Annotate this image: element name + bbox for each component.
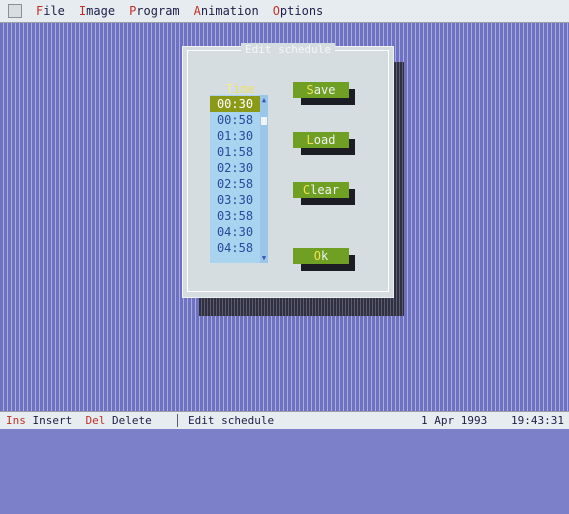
time-header-label: ime bbox=[233, 82, 255, 96]
menu-program-label: rogram bbox=[136, 4, 180, 18]
load-button-label: oad bbox=[313, 133, 336, 147]
scroll-down-arrow-icon[interactable]: ▼ bbox=[260, 253, 268, 263]
time-list-item[interactable]: 00:30 bbox=[210, 96, 260, 112]
time-list-item[interactable]: 02:58 bbox=[210, 176, 260, 192]
dialog-title-text: Edit schedule bbox=[240, 43, 336, 56]
time-list-header: Time bbox=[226, 82, 255, 96]
time-list-item[interactable]: 02:30 bbox=[210, 160, 260, 176]
menu-options[interactable]: Options bbox=[273, 4, 324, 18]
ok-button[interactable]: Ok bbox=[293, 248, 349, 264]
load-button[interactable]: Load bbox=[293, 132, 349, 148]
status-clock: 19:43:31 bbox=[511, 414, 564, 427]
clear-button-wrap: Clear bbox=[293, 182, 355, 206]
menu-image-label: mage bbox=[86, 4, 116, 18]
save-button[interactable]: Save bbox=[293, 82, 349, 98]
time-list[interactable]: 00:30 00:58 01:30 01:58 02:30 02:58 03:3… bbox=[210, 95, 266, 263]
save-button-label: ave bbox=[313, 83, 336, 97]
save-button-wrap: Save bbox=[293, 82, 355, 106]
menu-animation-hotkey: A bbox=[193, 4, 201, 18]
time-list-item[interactable]: 03:58 bbox=[210, 208, 260, 224]
status-message: Edit schedule bbox=[188, 414, 275, 427]
load-button-hotkey: L bbox=[306, 133, 314, 147]
ok-button-wrap: Ok bbox=[293, 248, 355, 272]
scroll-thumb[interactable] bbox=[261, 117, 267, 125]
ins-label[interactable]: Insert bbox=[26, 414, 86, 427]
menu-image[interactable]: Image bbox=[79, 4, 115, 18]
menu-animation[interactable]: Animation bbox=[194, 4, 259, 18]
del-label[interactable]: Delete bbox=[105, 414, 152, 427]
menu-bar: File Image Program Animation Options bbox=[0, 0, 569, 23]
ok-button-hotkey: O bbox=[313, 249, 321, 263]
status-date: 1 Apr 1993 bbox=[421, 414, 488, 427]
scroll-up-arrow-icon[interactable]: ▲ bbox=[260, 95, 268, 105]
menu-animation-label: nimation bbox=[200, 4, 259, 18]
save-button-hotkey: S bbox=[306, 83, 314, 97]
time-list-item[interactable]: 03:30 bbox=[210, 192, 260, 208]
clear-button-label: lear bbox=[310, 183, 340, 197]
dialog-title: Edit schedule bbox=[188, 43, 388, 56]
menu-options-hotkey: O bbox=[272, 4, 280, 18]
time-list-item[interactable]: 04:30 bbox=[210, 224, 260, 240]
time-list-item[interactable]: 04:58 bbox=[210, 240, 260, 256]
ok-button-label: k bbox=[321, 249, 329, 263]
time-list-item[interactable]: 01:30 bbox=[210, 128, 260, 144]
menu-file-label: ile bbox=[43, 4, 65, 18]
del-key[interactable]: Del bbox=[85, 414, 105, 427]
clear-button[interactable]: Clear bbox=[293, 182, 349, 198]
time-list-scrollbar[interactable]: ▲ ▼ bbox=[260, 95, 268, 263]
system-menu-icon[interactable] bbox=[8, 4, 22, 18]
menu-file[interactable]: File bbox=[36, 4, 65, 18]
ins-key[interactable]: Ins bbox=[6, 414, 26, 427]
status-shortcuts: Ins Insert Del Delete bbox=[6, 412, 152, 429]
status-divider bbox=[177, 414, 178, 427]
menu-program[interactable]: Program bbox=[129, 4, 180, 18]
status-bar: Ins Insert Del Delete Edit schedule 1 Ap… bbox=[0, 411, 569, 429]
time-list-item[interactable]: 01:58 bbox=[210, 144, 260, 160]
time-list-item[interactable]: 00:58 bbox=[210, 112, 260, 128]
menu-options-label: ptions bbox=[279, 4, 324, 18]
load-button-wrap: Load bbox=[293, 132, 355, 156]
